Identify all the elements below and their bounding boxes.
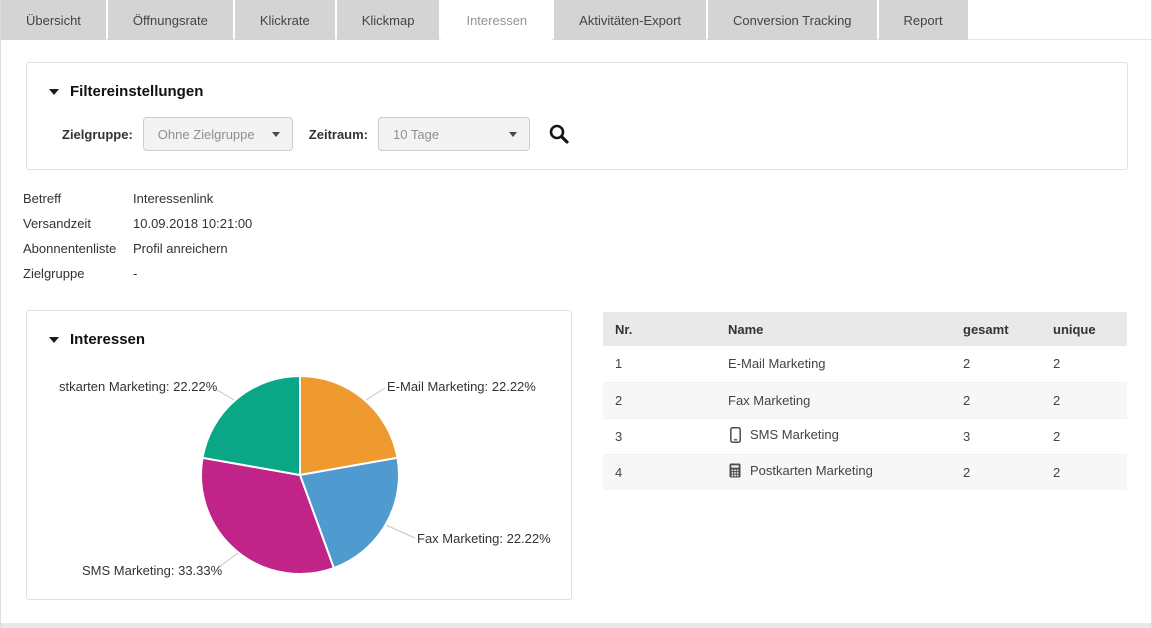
- column-header-unique: unique: [1041, 312, 1127, 346]
- search-icon: [548, 123, 570, 145]
- detail-value: Interessenlink: [133, 191, 213, 206]
- table-header-row: Nr.Namegesamtunique: [603, 312, 1127, 346]
- detail-row-zielgruppe: Zielgruppe-: [23, 261, 252, 286]
- unique-cell: 2: [1041, 418, 1127, 454]
- pie-label-sms-marketing: SMS Marketing: 33.33%: [82, 563, 222, 578]
- name-cell-inner: SMS Marketing: [728, 427, 839, 443]
- detail-value: -: [133, 266, 137, 281]
- detail-value: Profil anreichern: [133, 241, 228, 256]
- zeitraum-dropdown-value: 10 Tage: [393, 127, 439, 142]
- gesamt-cell: 2: [951, 346, 1041, 382]
- nr-cell: 4: [603, 454, 716, 490]
- gesamt-cell: 2: [951, 382, 1041, 418]
- tab-aktivitaeten-export[interactable]: Aktivitäten-Export: [554, 0, 706, 40]
- detail-row-abonnentenliste: AbonnentenlisteProfil anreichern: [23, 236, 252, 261]
- chevron-down-icon: [272, 132, 280, 137]
- zielgruppe-dropdown[interactable]: Ohne Zielgruppe: [143, 117, 293, 151]
- table-row: 4 Postkarten Marketing 22: [603, 454, 1127, 490]
- unique-cell: 2: [1041, 346, 1127, 382]
- tab-report[interactable]: Report: [879, 0, 968, 40]
- nr-cell: 2: [603, 382, 716, 418]
- caret-down-icon: [49, 89, 59, 95]
- tab-interessen[interactable]: Interessen: [441, 0, 552, 40]
- calculator-icon: [728, 463, 742, 478]
- tab-klickmap[interactable]: Klickmap: [337, 0, 440, 40]
- name-cell-inner: E-Mail Marketing: [728, 356, 826, 371]
- tab-klickrate[interactable]: Klickrate: [235, 0, 335, 40]
- detail-label: Abonnentenliste: [23, 241, 133, 256]
- pie-label-postkarten-marketing: stkarten Marketing: 22.22%: [59, 379, 217, 394]
- tab-bar: ÜbersichtÖffnungsrateKlickrateKlickmapIn…: [1, 0, 1151, 40]
- zielgruppe-dropdown-value: Ohne Zielgruppe: [158, 127, 255, 142]
- table-row: 2Fax Marketing22: [603, 382, 1127, 418]
- column-header-gesamt: gesamt: [951, 312, 1041, 346]
- table-header: Nr.Namegesamtunique: [603, 312, 1127, 346]
- tab-uebersicht[interactable]: Übersicht: [1, 0, 106, 40]
- pie-slices: [201, 376, 399, 574]
- bottom-border-bar: [1, 623, 1151, 628]
- unique-cell: 2: [1041, 382, 1127, 418]
- name-cell: SMS Marketing: [716, 418, 951, 454]
- filter-panel-title: Filtereinstellungen: [70, 83, 203, 100]
- filter-controls: Zielgruppe: Ohne Zielgruppe Zeitraum: 10…: [62, 117, 1105, 151]
- detail-label: Betreff: [23, 191, 133, 206]
- nr-cell: 3: [603, 418, 716, 454]
- interests-pie: [27, 311, 573, 601]
- chevron-down-icon: [509, 132, 517, 137]
- name-cell-inner: Fax Marketing: [728, 393, 810, 408]
- name-cell: Postkarten Marketing: [716, 454, 951, 490]
- campaign-details: BetreffInteressenlinkVersandzeit10.09.20…: [23, 186, 252, 286]
- name-label: E-Mail Marketing: [728, 356, 826, 371]
- name-label: Fax Marketing: [728, 393, 810, 408]
- gesamt-cell: 3: [951, 418, 1041, 454]
- column-header-nr: Nr.: [603, 312, 716, 346]
- table-body: 1E-Mail Marketing222Fax Marketing223SMS …: [603, 346, 1127, 490]
- interests-panel-header[interactable]: Interessen: [49, 331, 145, 348]
- table-row: 3SMS Marketing32: [603, 418, 1127, 454]
- zeitraum-dropdown[interactable]: 10 Tage: [378, 117, 530, 151]
- pie-label-fax-marketing: Fax Marketing: 22.22%: [417, 531, 551, 546]
- name-cell: E-Mail Marketing: [716, 346, 951, 382]
- detail-label: Zielgruppe: [23, 266, 133, 281]
- name-label: SMS Marketing: [750, 427, 839, 442]
- tab-oeffnungsrate[interactable]: Öffnungsrate: [108, 0, 233, 40]
- table-row: 1 E-Mail Marketing 22: [603, 346, 1127, 382]
- filter-panel: Filtereinstellungen Zielgruppe: Ohne Zie…: [26, 62, 1128, 170]
- pie-label-e-mail-marketing: E-Mail Marketing: 22.22%: [387, 379, 536, 394]
- filter-panel-header[interactable]: Filtereinstellungen: [49, 83, 1105, 100]
- smartphone-icon: [728, 427, 742, 443]
- unique-cell: 2: [1041, 454, 1127, 490]
- interests-panel: E-Mail Marketing: 22.22% Fax Marketing: …: [26, 310, 572, 600]
- name-cell: Fax Marketing: [716, 382, 951, 418]
- interests-table: Nr.Namegesamtunique 1E-Mail Marketing222…: [603, 312, 1127, 490]
- tab-conversion-tracking[interactable]: Conversion Tracking: [708, 0, 877, 40]
- interests-panel-title: Interessen: [70, 331, 145, 348]
- name-cell-inner: Postkarten Marketing: [728, 463, 873, 478]
- zeitraum-label: Zeitraum:: [309, 127, 368, 142]
- name-label: Postkarten Marketing: [750, 463, 873, 478]
- detail-row-betreff: BetreffInteressenlink: [23, 186, 252, 211]
- column-header-name: Name: [716, 312, 951, 346]
- zielgruppe-label: Zielgruppe:: [62, 127, 133, 142]
- gesamt-cell: 2: [951, 454, 1041, 490]
- detail-row-versandzeit: Versandzeit10.09.2018 10:21:00: [23, 211, 252, 236]
- nr-cell: 1: [603, 346, 716, 382]
- search-button[interactable]: [548, 123, 570, 145]
- detail-label: Versandzeit: [23, 216, 133, 231]
- interests-pie-chart: E-Mail Marketing: 22.22% Fax Marketing: …: [27, 311, 573, 601]
- detail-value: 10.09.2018 10:21:00: [133, 216, 252, 231]
- caret-down-icon: [49, 337, 59, 343]
